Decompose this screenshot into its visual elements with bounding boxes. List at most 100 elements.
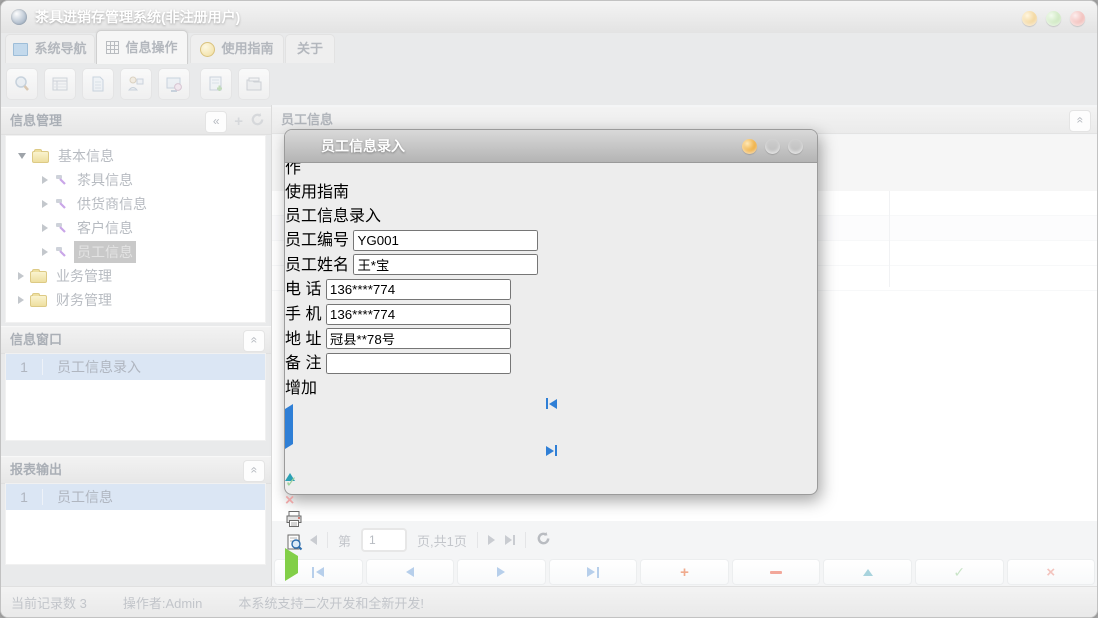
add-button[interactable]: 增加 <box>285 374 817 398</box>
folder-icon <box>30 271 47 283</box>
list-view-button[interactable] <box>44 68 76 100</box>
expander-right-icon[interactable] <box>42 248 48 256</box>
record-count-label: 当前记录数 3 <box>11 593 87 612</box>
collapse-windows-panel-button[interactable]: « <box>243 330 265 352</box>
collapse-reports-panel-button[interactable]: « <box>243 460 265 482</box>
info-panel-title: 信息管理 <box>10 108 62 134</box>
tab-system-nav[interactable]: 系统导航 <box>5 34 95 63</box>
tab-info-operation[interactable]: 信息操作 <box>96 30 188 64</box>
reports-panel-header: 报表输出 « <box>1 456 271 484</box>
address-field[interactable] <box>326 328 511 349</box>
archive-button[interactable] <box>238 68 270 100</box>
record-post-button[interactable]: ✓ <box>915 559 1004 585</box>
tree-label: 基本信息 <box>55 145 117 167</box>
x-icon: × <box>1046 565 1055 580</box>
tab-label: 关于 <box>297 35 323 63</box>
edit-record-button[interactable] <box>285 456 817 474</box>
minimize-button[interactable] <box>1022 11 1037 26</box>
list-item-employee-entry[interactable]: 1 员工信息录入 <box>6 354 265 380</box>
status-bar: 当前记录数 3 操作者:Admin 本系统支持二次开发和全新开发! <box>1 586 1097 617</box>
tree-node-business-mgmt[interactable]: 业务管理 <box>6 264 265 288</box>
document-button[interactable] <box>82 68 114 100</box>
expander-right-icon[interactable] <box>42 200 48 208</box>
triangle-up-icon <box>863 569 873 576</box>
last-record-button[interactable] <box>285 445 817 456</box>
folder-icon <box>32 151 49 163</box>
tree-label: 客户信息 <box>74 217 136 239</box>
record-edit-button[interactable] <box>823 559 912 585</box>
add-icon[interactable]: + <box>234 112 243 132</box>
window-controls <box>1022 11 1085 26</box>
sidebar: 信息管理 « + 基本信息 茶具信息 <box>1 105 272 587</box>
tab-user-guide[interactable]: 使用指南 <box>190 34 284 63</box>
emp-name-field[interactable] <box>353 254 538 275</box>
list-icon <box>51 75 69 93</box>
search-icon <box>13 75 31 93</box>
dialog-title-bar[interactable]: 员工信息录入 <box>285 130 817 163</box>
emp-no-label: 员工编号 <box>285 232 349 249</box>
tool-icon <box>54 173 68 187</box>
grid-icon <box>106 41 119 54</box>
tab-about[interactable]: 关于 <box>285 34 335 63</box>
tab-label: 信息操作 <box>125 34 177 62</box>
tab-label: 使用指南 <box>221 35 273 63</box>
tree-label: 供货商信息 <box>74 193 150 215</box>
list-item-employee-report[interactable]: 1 员工信息 <box>6 484 265 510</box>
reports-list: 1 员工信息 <box>5 483 266 565</box>
app-window: 茶具进销存管理系统(非注册用户) 系统导航 信息操作 使用指南 关于 <box>0 0 1098 618</box>
new-record-button[interactable] <box>200 68 232 100</box>
search-button[interactable] <box>6 68 38 100</box>
tree-node-customer-info[interactable]: 客户信息 <box>6 216 265 240</box>
print-preview-button[interactable] <box>285 533 817 556</box>
info-tree: 基本信息 茶具信息 供货商信息 客户信息 员工信息 <box>5 135 266 323</box>
dialog-close-button[interactable] <box>788 139 803 154</box>
run-button[interactable] <box>285 556 817 574</box>
monitor-search-button[interactable] <box>158 68 190 100</box>
prev-record-button[interactable] <box>285 409 817 427</box>
tree-label: 员工信息 <box>74 241 136 263</box>
first-record-button[interactable] <box>285 398 817 409</box>
expander-right-icon[interactable] <box>42 176 48 184</box>
expander-right-icon[interactable] <box>18 296 24 304</box>
title-bar: 茶具进销存管理系统(非注册用户) <box>1 1 1097 33</box>
tree-node-finance-mgmt[interactable]: 财务管理 <box>6 288 265 312</box>
phone-field[interactable] <box>326 279 511 300</box>
close-button[interactable] <box>1070 11 1085 26</box>
refresh-icon[interactable] <box>250 112 265 133</box>
maximize-button[interactable] <box>1046 11 1061 26</box>
post-record-button[interactable]: ✓ <box>285 474 817 492</box>
list-item-number: 1 <box>6 489 43 505</box>
check-icon: ✓ <box>953 565 965 579</box>
tree-node-teaware-info[interactable]: 茶具信息 <box>6 168 265 192</box>
tree-label: 财务管理 <box>53 289 115 311</box>
expander-down-icon[interactable] <box>18 153 26 159</box>
print-button[interactable] <box>285 510 817 533</box>
record-cancel-button[interactable]: × <box>1007 559 1096 585</box>
next-record-button[interactable] <box>285 427 817 445</box>
tool-icon <box>54 245 68 259</box>
dialog-maximize-button[interactable] <box>765 139 780 154</box>
tree-node-basic-info[interactable]: 基本信息 <box>6 144 265 168</box>
users-button[interactable] <box>120 68 152 100</box>
dialog-tab-user-guide[interactable]: 使用指南 <box>285 178 353 202</box>
cancel-record-button[interactable]: × <box>285 492 817 510</box>
phone-label: 电 话 <box>285 281 321 298</box>
expander-right-icon[interactable] <box>18 272 24 280</box>
remark-field[interactable] <box>326 353 511 374</box>
ribbon-tabstrip: 系统导航 信息操作 使用指南 关于 <box>1 33 1097 63</box>
mobile-field[interactable] <box>326 304 511 325</box>
tree-label: 茶具信息 <box>74 169 136 191</box>
dialog-minimize-button[interactable] <box>742 139 757 154</box>
collapse-sidebar-button[interactable]: « <box>205 111 227 133</box>
employee-form: 员工信息录入 员工编号 员工姓名 电 话 手 机 <box>285 202 817 374</box>
windows-panel-header: 信息窗口 « <box>1 326 271 354</box>
tool-icon <box>54 221 68 235</box>
expander-right-icon[interactable] <box>42 224 48 232</box>
toolbar <box>1 63 1097 105</box>
emp-no-field[interactable] <box>353 230 538 251</box>
reports-panel-title: 报表输出 <box>10 457 62 483</box>
collapse-main-panel-button[interactable]: « <box>1069 110 1091 132</box>
monitor-icon <box>165 75 183 93</box>
tree-node-employee-info[interactable]: 员工信息 <box>6 240 265 264</box>
tree-node-supplier-info[interactable]: 供货商信息 <box>6 192 265 216</box>
